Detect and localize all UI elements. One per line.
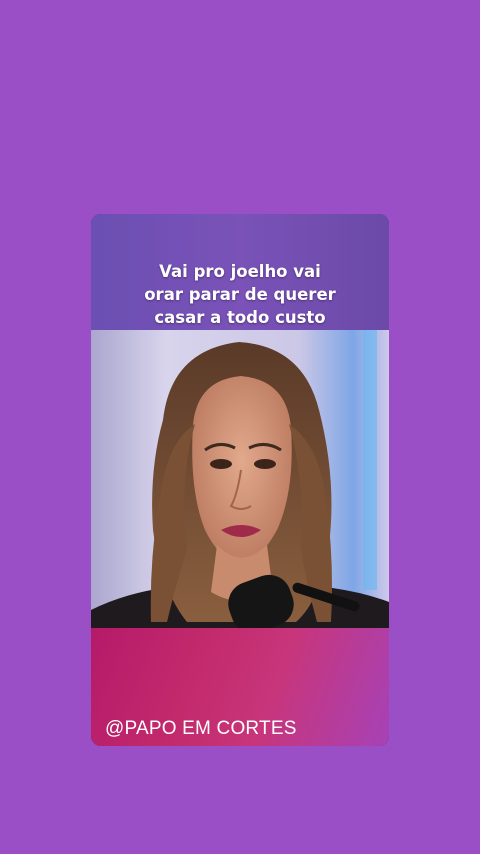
video-card[interactable]: Vai pro joelho vai orar parar de querer … [91, 214, 389, 746]
video-frame[interactable] [91, 330, 389, 628]
caption-line-1: Vai pro joelho vai [159, 262, 321, 281]
channel-handle: @PAPO EM CORTES [105, 718, 297, 739]
caption-line-3: casar a todo custo [154, 308, 326, 327]
story-screen: Vai pro joelho vai orar parar de querer … [0, 0, 480, 854]
caption-band: Vai pro joelho vai orar parar de querer … [91, 214, 389, 330]
video-frame-illustration [91, 330, 389, 628]
footer-band: @PAPO EM CORTES [91, 628, 389, 746]
video-caption: Vai pro joelho vai orar parar de querer … [91, 260, 389, 329]
caption-line-2: orar parar de querer [144, 285, 336, 304]
